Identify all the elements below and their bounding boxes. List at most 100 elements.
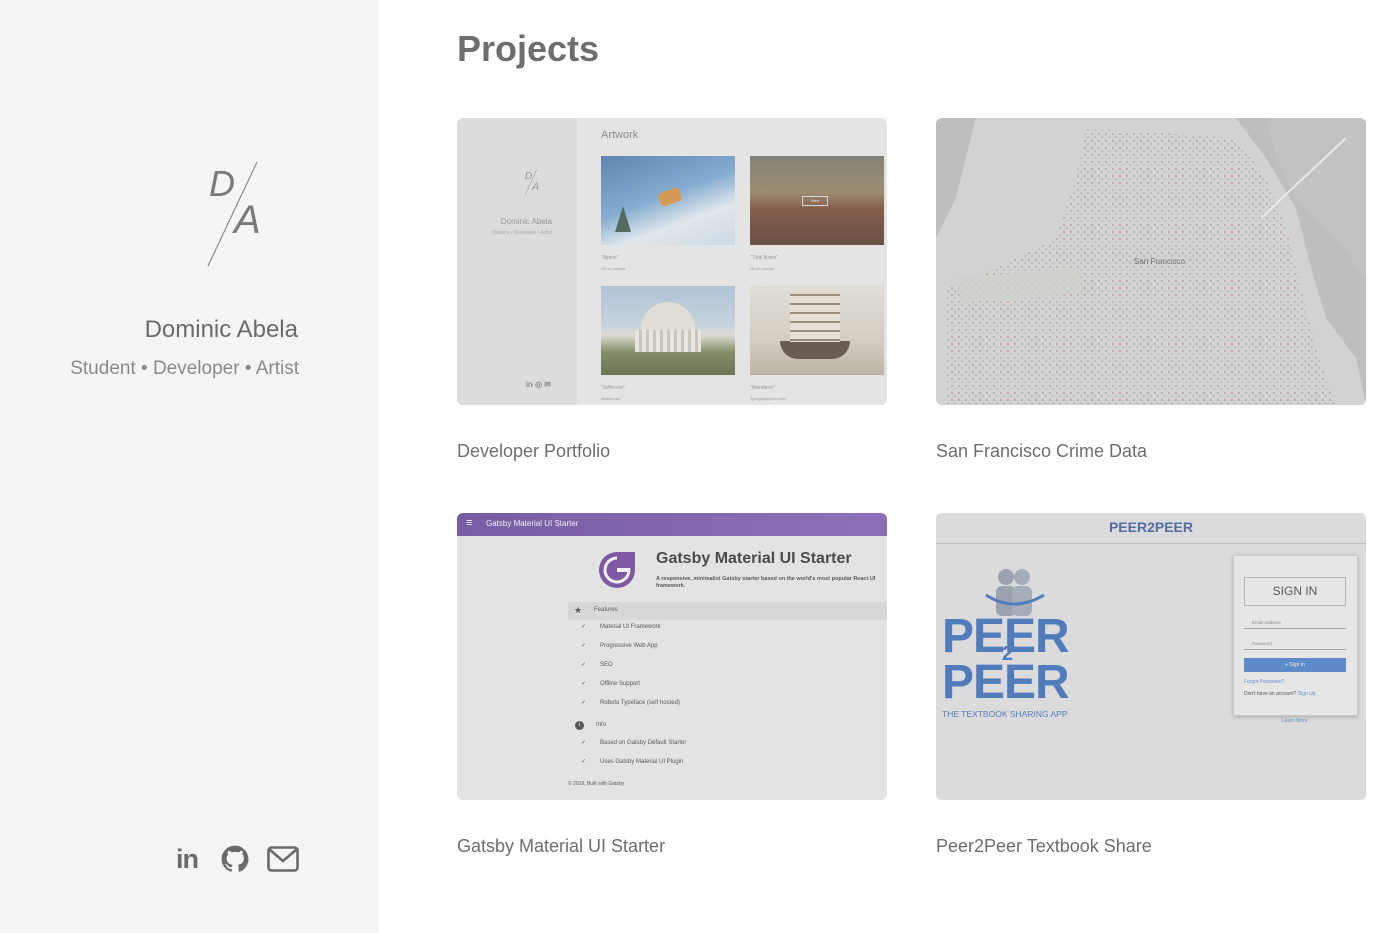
info-row: i Info <box>575 721 606 730</box>
info-item-label: Based on Gatsby Default Starter <box>600 740 687 746</box>
feature-label: Material UI Framework <box>600 624 661 630</box>
monogram-logo: D A <box>207 161 261 267</box>
password-field[interactable]: Password <box>1244 637 1346 650</box>
info-item: ✓ Based on Gatsby Default Starter <box>581 739 686 758</box>
view-button: View <box>802 196 828 206</box>
info-item-label: Uses Gatsby Material UI Plugin <box>600 759 684 765</box>
preview-sidebar: D A Dominic Abela Student • Developer • … <box>457 118 577 405</box>
project-card-gatsby[interactable]: ≡ Gatsby Material UI Starter Gatsby Mate… <box>457 513 887 857</box>
profile-tagline: Student • Developer • Artist <box>70 358 299 379</box>
project-thumbnail[interactable]: D A Dominic Abela Student • Developer • … <box>457 118 887 405</box>
preview-heading: Artwork <box>601 129 639 141</box>
menu-icon: ≡ <box>466 517 473 529</box>
artwork-medium: Watercolor <box>601 396 621 401</box>
check-icon: ✓ <box>581 662 587 668</box>
artwork-tidal-basin: View <box>750 156 884 245</box>
preview-monogram-a: A <box>531 181 539 193</box>
preview-monogram: D A <box>524 168 539 196</box>
artwork-alpine <box>601 156 735 245</box>
preview-social: in ◎ ✉ <box>525 380 551 389</box>
check-icon: ✓ <box>581 759 587 765</box>
check-icon: ✓ <box>581 643 587 649</box>
feature-label: Offline Support <box>600 681 640 687</box>
learn-more-link[interactable]: Learn More <box>1282 718 1308 724</box>
feature-label: SEO <box>600 662 613 668</box>
peer-brand: PEER2PEER <box>1108 519 1194 535</box>
info-list: ✓ Based on Gatsby Default Starter ✓ Uses G… <box>581 739 686 777</box>
sign-in-card: SIGN IN Email Address Password + Sign In… <box>1233 555 1358 716</box>
sign-in-button[interactable]: + Sign In <box>1244 658 1346 672</box>
forgot-password-link[interactable]: Forgot Password? <box>1244 679 1285 685</box>
feature-item: ✓ Offline Support <box>581 680 680 699</box>
no-account-row: Don't have an account? Sign Up <box>1244 691 1316 697</box>
app-bar: ≡ Gatsby Material UI Starter <box>457 513 887 536</box>
artwork-title: "Jefferson" <box>601 385 626 391</box>
project-thumbnail[interactable]: PEER2PEER PEER 2 PEER THE TEXTBOOK SHARI… <box>936 513 1366 800</box>
linkedin-glyph: in <box>176 843 199 874</box>
gatsby-footer: © 2019, Built with Gatsby <box>568 781 625 787</box>
github-icon-svg <box>221 845 249 872</box>
sign-in-title: SIGN IN <box>1244 577 1346 606</box>
project-title[interactable]: Gatsby Material UI Starter <box>457 836 887 857</box>
project-thumbnail[interactable]: San Francisco <box>936 118 1366 405</box>
email-field[interactable]: Email Address <box>1244 616 1346 629</box>
artwork-title: "Alpine" <box>601 255 619 261</box>
check-icon: ✓ <box>581 700 587 706</box>
email-icon[interactable] <box>267 843 299 875</box>
check-icon: ✓ <box>581 740 587 746</box>
ship-sails-shape <box>790 294 840 342</box>
check-icon: ✓ <box>581 681 587 687</box>
profile-name: Dominic Abela <box>144 316 298 343</box>
artwork-jefferson <box>601 286 735 375</box>
project-title[interactable]: Developer Portfolio <box>457 441 887 462</box>
tree-shape <box>615 206 631 232</box>
dome-shape <box>641 302 695 332</box>
github-icon[interactable] <box>219 843 251 875</box>
project-thumbnail[interactable]: ≡ Gatsby Material UI Starter Gatsby Mate… <box>457 513 887 800</box>
main-content: Projects D A Dominic Abela Student • Dev… <box>379 0 1400 933</box>
artwork-title: "Tidal Basin" <box>750 255 779 261</box>
envelope-icon <box>267 846 299 872</box>
gatsby-subheading: A responsive, minimalist Gatsby starter … <box>656 576 876 589</box>
features-list: ✓ Material UI Framework ✓ Progressive Web … <box>581 623 680 718</box>
star-icon: ★ <box>574 605 583 615</box>
sidebar: D A Dominic Abela Student • Developer • … <box>0 0 379 933</box>
artwork-title: "Wanderer" <box>750 385 776 391</box>
feature-item: ✓ Progressive Web App <box>581 642 680 661</box>
project-title[interactable]: San Francisco Crime Data <box>936 441 1366 462</box>
city-label: San Francisco <box>1134 257 1186 266</box>
info-icon: i <box>575 721 584 730</box>
check-icon: ✓ <box>581 624 587 630</box>
project-title[interactable]: Peer2Peer Textbook Share <box>936 836 1366 857</box>
monogram-letter-d: D <box>209 163 235 204</box>
skier-shape <box>657 186 683 208</box>
feature-label: Roboto Typeface (self hosted) <box>600 700 680 706</box>
preview-tagline: Student • Developer • Artist <box>491 230 552 236</box>
artwork-medium: Oil on canvas <box>601 266 626 271</box>
features-label: Features <box>594 607 618 613</box>
preview-name: Dominic Abela <box>500 217 552 226</box>
section-title: Projects <box>457 28 600 69</box>
app-bar-title: Gatsby Material UI Starter <box>486 519 579 528</box>
gatsby-logo-icon <box>599 552 635 588</box>
peer-header: PEER2PEER <box>936 513 1366 544</box>
project-card-peer2peer[interactable]: PEER2PEER PEER 2 PEER THE TEXTBOOK SHARI… <box>936 513 1366 857</box>
ship-hull-shape <box>780 341 850 359</box>
feature-label: Progressive Web App <box>600 643 658 649</box>
project-card-sf-crime[interactable]: San Francisco San Francisco Crime Data <box>936 118 1366 462</box>
feature-item: ✓ SEO <box>581 661 680 680</box>
linkedin-icon[interactable]: in <box>171 843 203 875</box>
monogram-letter-a: A <box>232 198 261 242</box>
sign-up-link[interactable]: Sign Up <box>1298 691 1316 697</box>
crime-map: San Francisco <box>936 118 1366 405</box>
project-card-developer-portfolio[interactable]: D A Dominic Abela Student • Developer • … <box>457 118 887 462</box>
gatsby-heading: Gatsby Material UI Starter <box>656 550 852 567</box>
artwork-wanderer <box>750 286 884 375</box>
peer-logo-sub: THE TEXTBOOK SHARING APP <box>942 709 1068 719</box>
feature-item: ✓ Material UI Framework <box>581 623 680 642</box>
no-account-text: Don't have an account? <box>1244 691 1297 697</box>
artwork-medium: Typography/ceramic <box>750 396 787 401</box>
info-item: ✓ Uses Gatsby Material UI Plugin <box>581 758 686 777</box>
info-label: Info <box>596 722 607 728</box>
social-links: in <box>171 843 299 875</box>
